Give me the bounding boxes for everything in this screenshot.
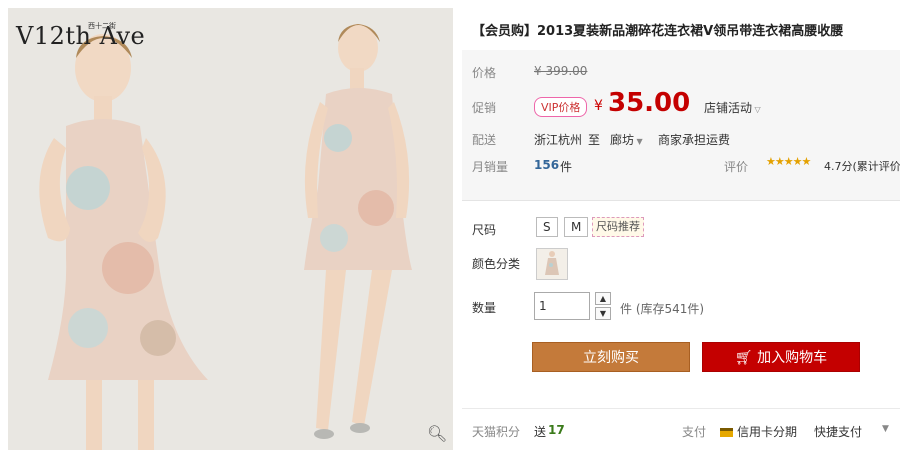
- buy-now-button[interactable]: 立刻购买: [532, 342, 690, 372]
- ship-to-city: 廊坊: [610, 133, 635, 147]
- model-photo: [8, 8, 453, 450]
- dress-thumbnail-icon: [545, 251, 559, 275]
- price-panel: [462, 50, 900, 200]
- credit-card-label: 信用卡分期: [737, 425, 798, 439]
- points-prefix: 送: [534, 425, 547, 439]
- ship-from: 浙江杭州: [534, 133, 583, 147]
- promo-label: 促销: [472, 101, 497, 115]
- points-label: 天猫积分: [472, 425, 521, 439]
- credit-card-icon: [720, 428, 733, 437]
- color-label: 颜色分类: [472, 257, 521, 271]
- rating-label: 评价: [724, 160, 749, 174]
- cart-icon: 🛒︎: [734, 350, 758, 366]
- product-title: 【会员购】2013夏装新品潮碎花连衣裙V领吊带连衣裙高腰收腰: [472, 24, 844, 39]
- product-info-panel: 【会员购】2013夏装新品潮碎花连衣裙V领吊带连衣裙高腰收腰 价格 ¥ 399.…: [462, 0, 900, 452]
- credit-card-installment-link[interactable]: 信用卡分期: [720, 423, 797, 440]
- brand-logo: V12th Ave: [16, 22, 146, 50]
- monthly-sales-count: 156: [534, 158, 560, 172]
- monthly-sales-unit: 件: [560, 160, 573, 174]
- ship-to-word: 至: [588, 133, 601, 147]
- quantity-decrease-button[interactable]: ▼: [595, 307, 611, 320]
- shop-activity-label: 店铺活动: [704, 101, 753, 115]
- promo-price: 35.00: [608, 88, 691, 118]
- quantity-input[interactable]: 1: [534, 292, 590, 320]
- price-label: 价格: [472, 66, 497, 80]
- caret-down-icon[interactable]: ▼: [882, 424, 889, 434]
- rating-stars: ★★★★★: [766, 155, 811, 168]
- points-value: 17: [548, 423, 565, 437]
- ship-to-selector[interactable]: 廊坊 ▼: [610, 131, 643, 148]
- quantity-increase-button[interactable]: ▲: [595, 292, 611, 305]
- quick-pay-link[interactable]: 快捷支付: [814, 423, 862, 440]
- original-price: ¥ 399.00: [534, 64, 588, 78]
- divider: [462, 200, 900, 201]
- size-recommend-link[interactable]: 尺码推荐: [592, 217, 644, 237]
- rating-link[interactable]: 4.7分(累计评价: [824, 158, 900, 174]
- divider: [462, 408, 900, 409]
- shipping-label: 配送: [472, 133, 497, 147]
- shop-activity-dropdown[interactable]: 店铺活动 ▽: [704, 99, 761, 116]
- quantity-label: 数量: [472, 301, 497, 315]
- chevron-down-icon: ▽: [752, 105, 761, 114]
- stock-info: 件 (库存541件): [620, 302, 705, 316]
- color-option-thumbnail[interactable]: [536, 248, 568, 280]
- vip-price-tag: VIP价格: [534, 97, 588, 117]
- payment-label: 支付: [682, 425, 707, 439]
- caret-down-icon: ▼: [634, 137, 643, 146]
- brand-subtitle: 西十二街: [88, 22, 116, 30]
- product-image[interactable]: V12th Ave 西十二街 🔍︎: [8, 8, 453, 450]
- monthly-sales-label: 月销量: [472, 160, 509, 174]
- add-to-cart-button[interactable]: 🛒︎ 加入购物车: [702, 342, 860, 372]
- size-option-s[interactable]: S: [536, 217, 558, 237]
- shipping-fee: 商家承担运费: [658, 133, 731, 147]
- zoom-icon[interactable]: 🔍︎: [427, 424, 447, 444]
- size-label: 尺码: [472, 223, 497, 237]
- add-to-cart-label: 加入购物车: [757, 350, 828, 366]
- currency-symbol: ¥: [594, 98, 603, 114]
- size-option-m[interactable]: M: [564, 217, 589, 237]
